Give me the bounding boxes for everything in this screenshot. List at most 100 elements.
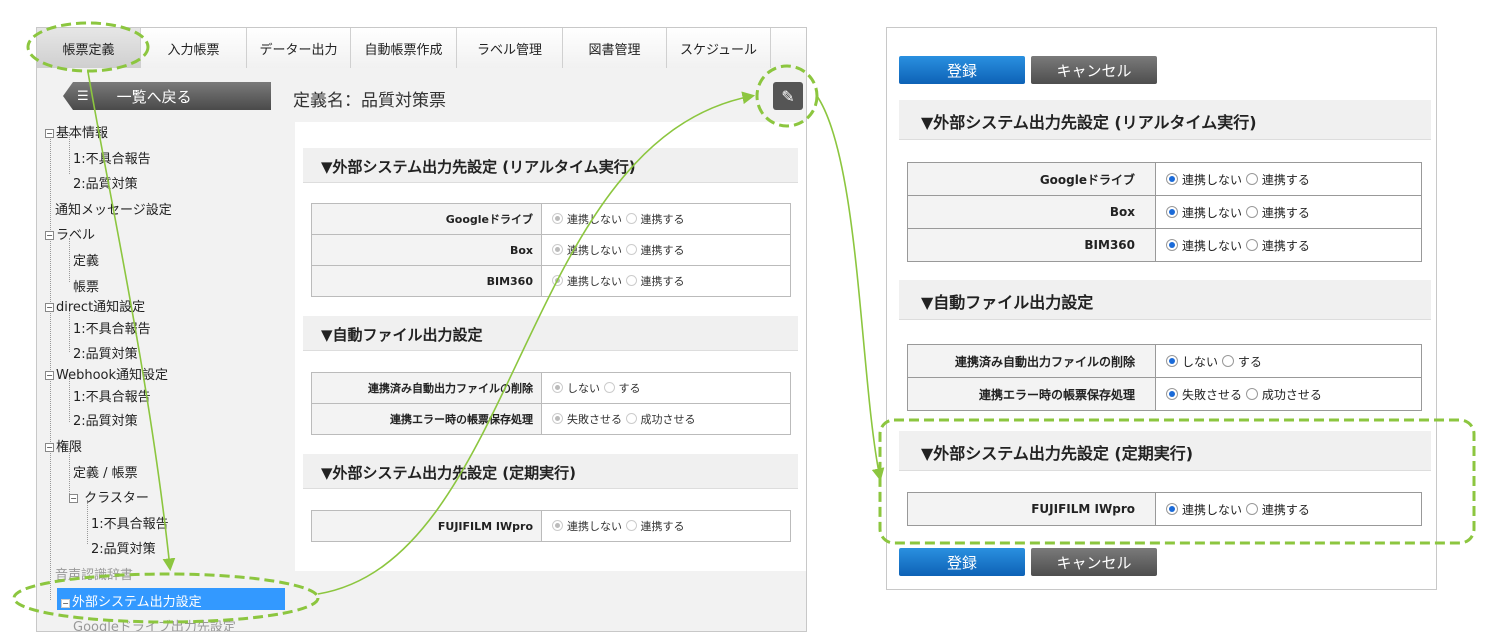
table-row: 連携エラー時の帳票保存処理 失敗させる 成功させる: [907, 377, 1422, 411]
section-periodic-edit: ▼外部システム出力先設定 (定期実行): [899, 431, 1431, 471]
radio-iwpro-no[interactable]: [1166, 502, 1178, 515]
row-label-iwpro: FUJIFILM IWpro: [907, 492, 1156, 526]
table-row: 連携エラー時の帳票保存処理 失敗させる 成功させる: [311, 403, 791, 435]
radio-error-succeed[interactable]: [625, 413, 637, 424]
row-label-delete-files: 連携済み自動出力ファイルの削除: [907, 344, 1156, 378]
row-label-delete-files: 連携済み自動出力ファイルの削除: [311, 372, 542, 404]
section-auto-file-edit: ▼自動ファイル出力設定: [899, 280, 1431, 320]
tab-data-output[interactable]: データー出力: [247, 28, 351, 68]
tab-input-form[interactable]: 入力帳票: [141, 28, 247, 68]
periodic-table: FUJIFILM IWpro 連携しない 連携する: [311, 510, 791, 542]
tree-direct-1[interactable]: 1:不具合報告: [73, 318, 151, 337]
radio-error-fail[interactable]: [1166, 387, 1178, 400]
auto-file-edit-table: 連携済み自動出力ファイルの削除 しない する 連携エラー時の帳票保存処理 失敗さ…: [907, 344, 1422, 411]
radio-gdrive-yes[interactable]: [1245, 172, 1258, 185]
tree-voice-dictionary[interactable]: 音声認識辞書: [55, 564, 133, 583]
row-label-box: Box: [907, 195, 1156, 229]
row-label-box: Box: [311, 234, 542, 266]
tab-label-management[interactable]: ラベル管理: [457, 28, 563, 68]
definition-title: 定義名：品質対策票: [293, 91, 446, 111]
register-button-top[interactable]: 登録: [899, 56, 1025, 84]
tree-label-form[interactable]: 帳票: [73, 276, 99, 295]
table-row: Box 連携しない 連携する: [311, 234, 791, 266]
tree-cluster-1[interactable]: 1:不具合報告: [91, 513, 169, 532]
tree-external-system-output[interactable]: − 外部システム出力設定: [57, 588, 285, 610]
row-label-iwpro: FUJIFILM IWpro: [311, 510, 542, 542]
tab-document-management[interactable]: 図書管理: [563, 28, 667, 68]
table-row: Box 連携しない 連携する: [907, 195, 1422, 229]
tree-cluster[interactable]: − クラスター: [69, 487, 149, 506]
radio-box-yes[interactable]: [1245, 205, 1258, 218]
table-row: BIM360 連携しない 連携する: [907, 228, 1422, 262]
edit-window: 登録 キャンセル ▼外部システム出力先設定 (リアルタイム実行) Googleド…: [886, 27, 1437, 590]
radio-box-no[interactable]: [1166, 205, 1178, 218]
table-row: 連携済み自動出力ファイルの削除 しない する: [907, 344, 1422, 378]
settings-panel-readonly: ▼外部システム出力先設定 (リアルタイム実行) Googleドライブ 連携しない…: [295, 122, 806, 571]
tree-cluster-2[interactable]: 2:品質対策: [91, 538, 156, 557]
radio-iwpro-yes[interactable]: [625, 520, 637, 531]
tree-permission-definition[interactable]: 定義 / 帳票: [73, 462, 138, 481]
table-row: FUJIFILM IWpro 連携しない 連携する: [311, 510, 791, 542]
cancel-button-top[interactable]: キャンセル: [1031, 56, 1157, 84]
tree-label-definition[interactable]: 定義: [73, 250, 99, 269]
tab-schedule[interactable]: スケジュール: [667, 28, 771, 68]
tab-auto-form[interactable]: 自動帳票作成: [351, 28, 457, 68]
radio-bim-no[interactable]: [1166, 238, 1178, 251]
row-label-gdrive: Googleドライブ: [311, 203, 542, 235]
radio-delete-no[interactable]: [552, 382, 563, 393]
back-to-list-button[interactable]: ☰ 一覧へ戻る: [63, 82, 271, 110]
table-row: FUJIFILM IWpro 連携しない 連携する: [907, 492, 1422, 526]
section-realtime: ▼外部システム出力先設定 (リアルタイム実行): [303, 148, 798, 183]
row-label-error-handling: 連携エラー時の帳票保存処理: [907, 377, 1156, 411]
section-realtime-edit: ▼外部システム出力先設定 (リアルタイム実行): [899, 100, 1431, 140]
tab-form-definition[interactable]: 帳票定義: [37, 28, 141, 68]
table-row: BIM360 連携しない 連携する: [311, 265, 791, 297]
radio-box-yes[interactable]: [625, 244, 637, 255]
radio-bim-yes[interactable]: [625, 275, 637, 286]
radio-error-fail[interactable]: [552, 413, 563, 424]
radio-bim-yes[interactable]: [1245, 238, 1258, 251]
register-button-bottom[interactable]: 登録: [899, 548, 1025, 576]
row-label-error-handling: 連携エラー時の帳票保存処理: [311, 403, 542, 435]
section-periodic: ▼外部システム出力先設定 (定期実行): [303, 454, 798, 489]
radio-gdrive-no[interactable]: [552, 213, 563, 224]
row-label-bim360: BIM360: [311, 265, 542, 297]
radio-iwpro-yes[interactable]: [1245, 502, 1258, 515]
tree-basic-2[interactable]: 2:品質対策: [73, 173, 138, 192]
tab-more[interactable]: [771, 28, 806, 68]
radio-box-no[interactable]: [552, 244, 563, 255]
radio-iwpro-no[interactable]: [552, 520, 563, 531]
realtime-edit-table: Googleドライブ 連携しない 連携する Box 連携しない 連携する BIM…: [907, 162, 1422, 262]
radio-gdrive-no[interactable]: [1166, 172, 1178, 185]
tree-basic-1[interactable]: 1:不具合報告: [73, 148, 151, 167]
periodic-edit-table: FUJIFILM IWpro 連携しない 連携する: [907, 492, 1422, 526]
tree-permission[interactable]: − 権限: [45, 436, 82, 455]
tree-gdrive-setting[interactable]: Googleドライブ出力先設定: [73, 616, 236, 631]
cancel-button-bottom[interactable]: キャンセル: [1031, 548, 1157, 576]
tree-webhook-1[interactable]: 1:不具合報告: [73, 386, 151, 405]
tree-webhook[interactable]: − Webhook通知設定: [45, 364, 168, 383]
edit-button[interactable]: ✎: [773, 82, 803, 110]
section-auto-file: ▼自動ファイル出力設定: [303, 316, 798, 351]
back-to-list-label: 一覧へ戻る: [116, 87, 192, 106]
edit-icon: ✎: [781, 86, 795, 106]
list-icon: ☰: [77, 88, 89, 104]
radio-gdrive-yes[interactable]: [625, 213, 637, 224]
tree-direct[interactable]: − direct通知設定: [45, 296, 145, 315]
radio-bim-no[interactable]: [552, 275, 563, 286]
tree-basic-info[interactable]: − 基本情報: [45, 122, 108, 141]
tree-webhook-2[interactable]: 2:品質対策: [73, 410, 138, 429]
table-row: Googleドライブ 連携しない 連携する: [907, 162, 1422, 196]
radio-delete-no[interactable]: [1166, 354, 1178, 367]
tree-label[interactable]: − ラベル: [45, 224, 95, 243]
radio-delete-yes[interactable]: [603, 382, 615, 393]
realtime-table: Googleドライブ 連携しない 連携する Box 連携しない 連携する BIM…: [311, 203, 791, 297]
radio-error-succeed[interactable]: [1245, 387, 1258, 400]
auto-file-table: 連携済み自動出力ファイルの削除 しない する 連携エラー時の帳票保存処理 失敗さ…: [311, 372, 791, 435]
radio-delete-yes[interactable]: [1221, 354, 1234, 367]
table-row: Googleドライブ 連携しない 連携する: [311, 203, 791, 235]
main-tab-bar: 帳票定義 入力帳票 データー出力 自動帳票作成 ラベル管理 図書管理 スケジュー…: [37, 28, 806, 68]
tree-notify-message[interactable]: 通知メッセージ設定: [55, 199, 172, 218]
row-label-gdrive: Googleドライブ: [907, 162, 1156, 196]
tree-direct-2[interactable]: 2:品質対策: [73, 343, 138, 362]
